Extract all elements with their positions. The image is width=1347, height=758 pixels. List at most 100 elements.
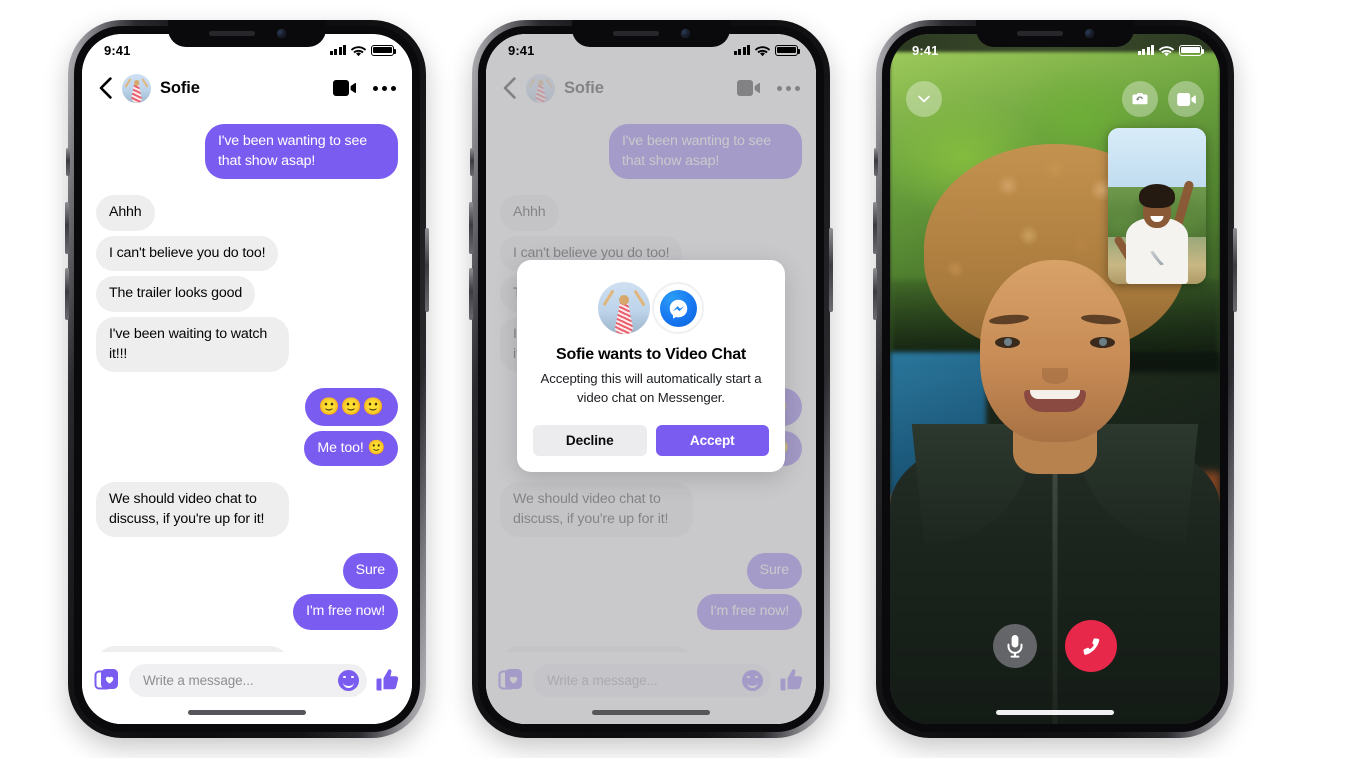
earpiece-speaker: [1016, 31, 1063, 36]
silent-switch[interactable]: [874, 148, 878, 176]
volume-up-button[interactable]: [873, 202, 877, 254]
message-row: Ahhh: [96, 195, 398, 231]
earpiece-speaker: [208, 31, 255, 36]
front-camera: [680, 29, 690, 38]
back-chevron-icon[interactable]: [94, 75, 116, 101]
chevron-down-icon[interactable]: [906, 81, 942, 117]
status-indicators: [733, 44, 801, 56]
signal-bars-icon: [1137, 45, 1154, 55]
status-time: 9:41: [104, 42, 131, 58]
message-bubble[interactable]: The trailer looks good: [96, 276, 256, 312]
volume-down-button[interactable]: [65, 268, 69, 320]
thumbs-up-icon[interactable]: [376, 668, 400, 692]
end-call-icon[interactable]: [1065, 620, 1117, 672]
message-bubble[interactable]: Ahhh: [96, 195, 155, 231]
message-row: 🙂🙂🙂: [96, 388, 398, 426]
status-indicators: [329, 44, 397, 56]
phone-3-video-call: 9:41: [873, 20, 1237, 738]
message-input-placeholder: Write a message...: [143, 672, 254, 688]
message-bubble[interactable]: Sure: [342, 553, 398, 589]
microphone-icon[interactable]: [993, 624, 1037, 668]
phone-1-screen: 9:41 Sofie I've been wanting to see that…: [82, 34, 412, 724]
phone-notch: [572, 20, 730, 47]
silent-switch[interactable]: [470, 148, 474, 176]
status-time: 9:41: [508, 42, 535, 58]
subject-nose: [1042, 368, 1068, 384]
message-bubble[interactable]: I'm free now!: [293, 593, 398, 630]
phone-notch: [168, 20, 326, 47]
wifi-icon: [1158, 45, 1175, 56]
subject-mouth: [1024, 390, 1086, 412]
volume-up-button[interactable]: [469, 202, 473, 254]
video-chat-request-dialog: Sofie wants to Video Chat Accepting this…: [517, 260, 785, 473]
power-button[interactable]: [425, 228, 429, 312]
message-input[interactable]: Write a message...: [129, 663, 367, 697]
smiley-icon[interactable]: [338, 669, 359, 691]
home-indicator[interactable]: [188, 710, 306, 715]
avatar-dress: [130, 83, 143, 103]
stickers-icon[interactable]: [94, 667, 120, 693]
avatar-arm-left: [124, 77, 132, 88]
message-row: The trailer looks good: [96, 276, 398, 312]
message-list: I've been wanting to see that show asap!…: [82, 112, 412, 652]
message-row: Sure: [96, 553, 398, 589]
phone-notch: [976, 20, 1134, 47]
dialog-avatars: [598, 282, 704, 334]
volume-down-button[interactable]: [469, 268, 473, 320]
avatar-arm-left: [602, 289, 615, 307]
self-view-pip[interactable]: [1108, 128, 1206, 284]
sofie-avatar: [598, 282, 650, 334]
more-options-icon[interactable]: [373, 85, 396, 91]
wifi-icon: [350, 45, 367, 56]
avatar-dress: [613, 302, 635, 334]
contact-name[interactable]: Sofie: [160, 79, 200, 98]
contact-avatar[interactable]: [122, 73, 151, 103]
battery-icon: [775, 44, 801, 56]
messenger-logo-circle: [659, 289, 697, 327]
screenshot-canvas: 9:41 Sofie I've been wanting to see that…: [0, 0, 1347, 758]
camera-flip-icon[interactable]: [1122, 81, 1158, 117]
decline-button[interactable]: Decline: [533, 425, 647, 457]
message-bubble[interactable]: I can't believe you do too!: [96, 235, 279, 272]
silent-switch[interactable]: [66, 148, 70, 176]
subject-eye-left: [995, 337, 1020, 348]
volume-up-button[interactable]: [65, 202, 69, 254]
home-indicator[interactable]: [592, 710, 710, 715]
home-indicator[interactable]: [996, 710, 1114, 715]
message-bubble[interactable]: Me too! 🙂: [304, 430, 398, 467]
accept-button[interactable]: Accept: [655, 425, 769, 457]
front-camera: [276, 29, 286, 38]
wifi-icon: [754, 45, 771, 56]
video-camera-icon[interactable]: [1168, 81, 1204, 117]
front-camera: [1084, 29, 1094, 38]
battery-icon: [371, 44, 397, 56]
message-row: I'm free now!: [96, 593, 398, 630]
chat-header: Sofie: [82, 64, 412, 112]
message-bubble[interactable]: We should video chat to discuss, if you'…: [96, 482, 289, 538]
video-call-view: 9:41: [890, 34, 1220, 724]
power-button[interactable]: [1233, 228, 1237, 312]
subject-face: [980, 260, 1130, 442]
messenger-logo-icon: [652, 282, 704, 334]
status-time: 9:41: [912, 42, 939, 58]
avatar-head: [619, 295, 629, 305]
call-top-controls: [890, 74, 1220, 124]
signal-bars-icon: [733, 45, 750, 55]
message-bubble[interactable]: I've been wanting to see that show asap!: [205, 124, 398, 180]
battery-icon: [1179, 44, 1205, 56]
earpiece-speaker: [612, 31, 659, 36]
pip-hair: [1139, 184, 1175, 208]
message-row: Me too! 🙂: [96, 430, 398, 467]
message-row: I've been wanting to see that show asap!: [96, 124, 398, 180]
message-bubble[interactable]: I've been waiting to watch it!!!: [96, 316, 289, 373]
volume-down-button[interactable]: [873, 268, 877, 320]
message-row: We should video chat to discuss, if you'…: [96, 482, 398, 538]
power-button[interactable]: [829, 228, 833, 312]
video-camera-icon[interactable]: [333, 80, 356, 96]
subject-eye-right: [1090, 337, 1115, 348]
avatar-arm-right: [633, 289, 646, 307]
message-bubble[interactable]: 🙂🙂🙂: [305, 388, 398, 426]
dialog-body-text: Accepting this will automatically start …: [540, 371, 762, 405]
avatar-arm-right: [141, 77, 149, 88]
call-bottom-controls: [890, 620, 1220, 672]
